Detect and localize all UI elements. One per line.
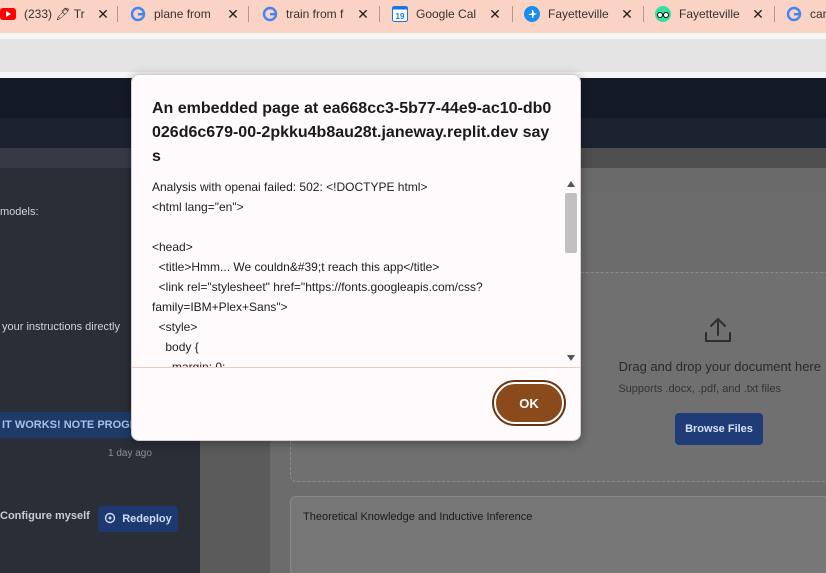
browser-tab[interactable]: 19 Google Cal ✕ bbox=[392, 0, 502, 28]
dialog-message-text: Analysis with openai failed: 502: <!DOCT… bbox=[152, 180, 483, 367]
dialog-divider bbox=[132, 367, 580, 368]
ok-button[interactable]: OK bbox=[494, 382, 564, 424]
models-label: models: bbox=[0, 206, 39, 218]
redeploy-icon bbox=[104, 512, 116, 527]
browse-files-button[interactable]: Browse Files bbox=[675, 413, 763, 445]
tab-title: plane from bbox=[154, 7, 211, 21]
close-icon[interactable]: ✕ bbox=[96, 6, 110, 23]
document-text-box[interactable]: Theoretical Knowledge and Inductive Infe… bbox=[290, 496, 826, 573]
instructions-text: your instructions directly bbox=[2, 321, 120, 333]
browser-tab[interactable]: (233) 🖊 Tr ✕ bbox=[0, 0, 110, 28]
tab-separator bbox=[117, 6, 118, 22]
tab-title: train from f bbox=[286, 7, 344, 21]
browser-toolbar bbox=[0, 33, 826, 78]
redeploy-label: Redeploy bbox=[122, 513, 172, 525]
scroll-thumb[interactable] bbox=[565, 193, 577, 253]
tab-title: Google Cal bbox=[416, 7, 477, 21]
dialog-scrollbar[interactable] bbox=[563, 175, 579, 367]
google-icon bbox=[786, 6, 802, 22]
tab-title: Fayetteville bbox=[679, 7, 740, 21]
tab-separator bbox=[643, 6, 644, 22]
youtube-icon bbox=[0, 6, 16, 22]
tab-title: car bbox=[810, 7, 826, 21]
document-text: Theoretical Knowledge and Inductive Infe… bbox=[303, 511, 533, 523]
close-icon[interactable]: ✕ bbox=[620, 6, 634, 23]
tab-separator bbox=[774, 6, 775, 22]
alert-dialog: An embedded page at ea668cc3-5b77-44e9-a… bbox=[131, 74, 581, 441]
google-calendar-icon: 19 bbox=[392, 6, 408, 22]
tab-separator bbox=[248, 6, 249, 22]
tab-title: Fayetteville bbox=[548, 7, 609, 21]
browser-tab[interactable]: plane from ✕ bbox=[130, 0, 240, 28]
browser-tab-strip: (233) 🖊 Tr ✕ plane from ✕ train from f ✕… bbox=[0, 0, 826, 33]
google-icon bbox=[262, 6, 278, 22]
close-icon[interactable]: ✕ bbox=[488, 6, 502, 23]
plane-icon bbox=[524, 6, 540, 22]
tab-title: (233) 🖊 Tr bbox=[24, 7, 85, 21]
address-bar[interactable] bbox=[0, 39, 826, 72]
dialog-title: An embedded page at ea668cc3-5b77-44e9-a… bbox=[152, 100, 552, 165]
close-icon[interactable]: ✕ bbox=[356, 6, 370, 23]
configure-myself-button[interactable]: Configure myself bbox=[0, 510, 90, 522]
note-timestamp: 1 day ago bbox=[108, 448, 152, 459]
note-title[interactable]: IT WORKS! NOTE PROGRE bbox=[0, 412, 140, 438]
close-icon[interactable]: ✕ bbox=[226, 6, 240, 23]
redeploy-button[interactable]: Redeploy bbox=[98, 506, 178, 532]
browser-tab[interactable]: Fayetteville ✕ bbox=[524, 0, 634, 28]
browser-tab[interactable]: car bbox=[786, 0, 826, 28]
tab-separator bbox=[379, 6, 380, 22]
dialog-message[interactable]: Analysis with openai failed: 502: <!DOCT… bbox=[152, 177, 566, 367]
close-icon[interactable]: ✕ bbox=[751, 6, 765, 23]
browser-tab[interactable]: train from f ✕ bbox=[262, 0, 370, 28]
browser-tab[interactable]: Fayetteville ✕ bbox=[655, 0, 765, 28]
google-icon bbox=[130, 6, 146, 22]
tab-separator bbox=[512, 6, 513, 22]
calendar-badge: 19 bbox=[396, 12, 405, 21]
tripadvisor-icon bbox=[655, 6, 671, 22]
scroll-down-arrow-icon[interactable] bbox=[567, 355, 575, 361]
scroll-up-arrow-icon[interactable] bbox=[567, 181, 575, 187]
upload-icon bbox=[703, 315, 733, 350]
